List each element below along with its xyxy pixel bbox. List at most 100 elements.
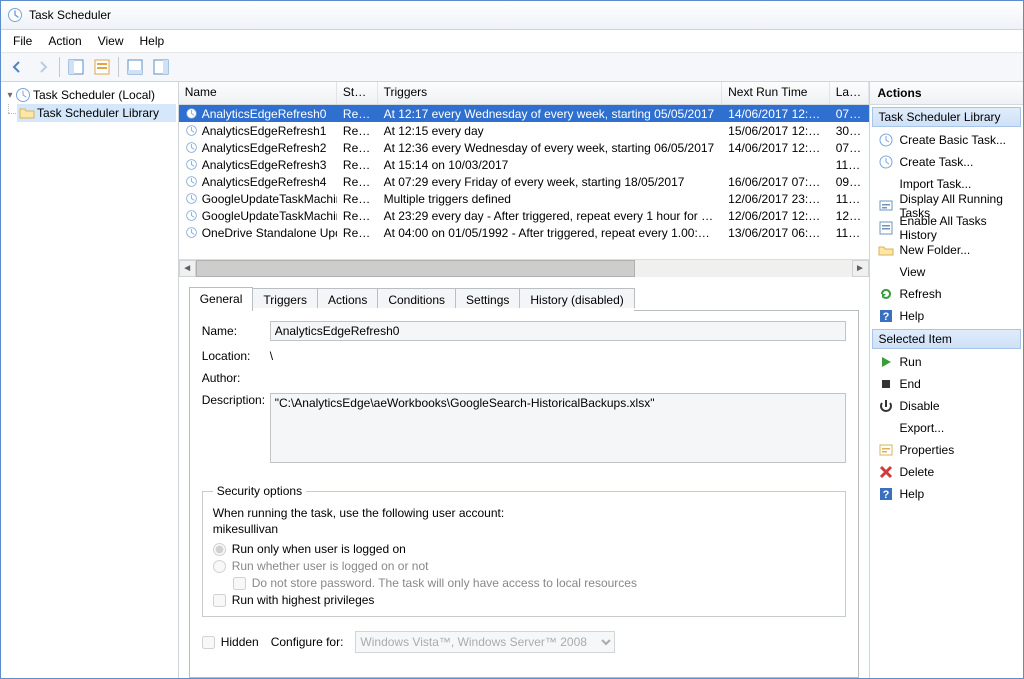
scroll-left-button[interactable]: ◄ xyxy=(179,260,196,277)
running-icon xyxy=(878,198,894,214)
task-name-cell: AnalyticsEdgeRefresh4 xyxy=(179,174,337,190)
tab-settings[interactable]: Settings xyxy=(455,288,520,308)
folder-icon xyxy=(19,105,35,121)
task-row[interactable]: AnalyticsEdgeRefresh1ReadyAt 12:15 every… xyxy=(179,122,869,139)
col-last[interactable]: Last R xyxy=(830,82,869,104)
task-trigger-cell: At 12:36 every Wednesday of every week, … xyxy=(378,140,723,156)
tree-root[interactable]: ▾ Task Scheduler (Local) xyxy=(3,86,176,104)
radio-logged-off-input[interactable] xyxy=(213,560,226,573)
task-status-cell: Ready xyxy=(337,123,378,139)
action-run[interactable]: Run xyxy=(870,351,1024,373)
task-next-cell: 16/06/2017 07:29:09 xyxy=(722,174,830,190)
task-row[interactable]: AnalyticsEdgeRefresh4ReadyAt 07:29 every… xyxy=(179,173,869,190)
action-export-label: Export... xyxy=(900,421,945,435)
action-refresh[interactable]: Refresh xyxy=(870,283,1024,305)
nav-back-button[interactable] xyxy=(5,55,29,79)
action-view[interactable]: View xyxy=(870,261,1024,283)
task-last-cell: 11/06 xyxy=(830,191,869,207)
menu-view[interactable]: View xyxy=(90,32,132,50)
action-delete[interactable]: Delete xyxy=(870,461,1024,483)
import-icon xyxy=(878,176,894,192)
description-textarea[interactable] xyxy=(270,393,846,463)
menu-file[interactable]: File xyxy=(5,32,40,50)
tree-library-label: Task Scheduler Library xyxy=(37,106,159,120)
action-properties[interactable]: Properties xyxy=(870,439,1024,461)
action-create-basic-task[interactable]: Create Basic Task... xyxy=(870,129,1024,151)
task-row[interactable]: OneDrive Standalone Update ...ReadyAt 04… xyxy=(179,224,869,241)
tab-triggers[interactable]: Triggers xyxy=(252,288,318,308)
task-last-cell: 30/11 xyxy=(830,123,869,139)
action-disable[interactable]: Disable xyxy=(870,395,1024,417)
nav-tree[interactable]: ▾ Task Scheduler (Local) Task Scheduler … xyxy=(1,82,179,678)
action-help-2[interactable]: ?Help xyxy=(870,483,1024,505)
action-help[interactable]: ?Help xyxy=(870,305,1024,327)
nav-forward-button[interactable] xyxy=(31,55,55,79)
tab-general[interactable]: General xyxy=(189,287,254,311)
task-trigger-cell: Multiple triggers defined xyxy=(378,191,723,207)
create-task-icon xyxy=(878,154,894,170)
task-status-cell: Ready xyxy=(337,140,378,156)
security-when-label: When running the task, use the following… xyxy=(213,506,835,520)
col-triggers[interactable]: Triggers xyxy=(378,82,723,104)
menu-help[interactable]: Help xyxy=(132,32,173,50)
task-name-cell: GoogleUpdateTaskMachineC... xyxy=(179,191,337,207)
end-icon xyxy=(878,376,894,392)
scroll-track[interactable] xyxy=(196,260,852,277)
task-list-body[interactable]: AnalyticsEdgeRefresh0ReadyAt 12:17 every… xyxy=(179,105,869,259)
col-next[interactable]: Next Run Time xyxy=(722,82,830,104)
name-input[interactable] xyxy=(270,321,846,341)
task-row[interactable]: AnalyticsEdgeRefresh2ReadyAt 12:36 every… xyxy=(179,139,869,156)
toolbar xyxy=(1,53,1023,82)
task-name-cell: AnalyticsEdgeRefresh2 xyxy=(179,140,337,156)
check-no-password[interactable]: Do not store password. The task will onl… xyxy=(233,576,835,590)
action-enable-history[interactable]: Enable All Tasks History xyxy=(870,217,1024,239)
check-hidden-input[interactable] xyxy=(202,636,215,649)
scroll-thumb[interactable] xyxy=(196,260,635,277)
actions-header: Actions xyxy=(870,82,1024,105)
tab-history[interactable]: History (disabled) xyxy=(519,288,634,308)
col-name[interactable]: Name xyxy=(179,82,337,104)
check-hidden[interactable]: Hidden xyxy=(202,635,259,649)
tab-conditions[interactable]: Conditions xyxy=(377,288,456,308)
radio-logged-on-input[interactable] xyxy=(213,543,226,556)
menu-action[interactable]: Action xyxy=(40,32,89,50)
configure-for-select[interactable]: Windows Vista™, Windows Server™ 2008 xyxy=(355,631,615,653)
description-label: Description: xyxy=(202,393,270,407)
radio-logged-off[interactable]: Run whether user is logged on or not xyxy=(213,559,835,573)
task-row[interactable]: AnalyticsEdgeRefresh0ReadyAt 12:17 every… xyxy=(179,105,869,122)
show-props-button[interactable] xyxy=(90,55,114,79)
radio-logged-on[interactable]: Run only when user is logged on xyxy=(213,542,835,556)
show-tree-button[interactable] xyxy=(64,55,88,79)
action-end-label: End xyxy=(900,377,921,391)
check-highest-priv[interactable]: Run with highest privileges xyxy=(213,593,835,607)
author-label: Author: xyxy=(202,371,270,385)
task-name-cell: AnalyticsEdgeRefresh0 xyxy=(179,106,337,122)
toolbar-btn-6[interactable] xyxy=(149,55,173,79)
tree-library[interactable]: Task Scheduler Library xyxy=(17,104,176,122)
col-status[interactable]: Status xyxy=(337,82,378,104)
scroll-right-button[interactable]: ► xyxy=(852,260,869,277)
h-scrollbar[interactable]: ◄ ► xyxy=(179,259,869,277)
tab-filler xyxy=(634,287,859,311)
action-create-task[interactable]: Create Task... xyxy=(870,151,1024,173)
toolbar-btn-5[interactable] xyxy=(123,55,147,79)
task-trigger-cell: At 12:15 every day xyxy=(378,123,723,139)
task-next-cell: 12/06/2017 12:29:02 xyxy=(722,208,830,224)
action-disable-label: Disable xyxy=(900,399,940,413)
action-enable-history-label: Enable All Tasks History xyxy=(900,214,1020,242)
security-legend: Security options xyxy=(213,484,306,498)
task-row[interactable]: GoogleUpdateTaskMachineC...ReadyMultiple… xyxy=(179,190,869,207)
action-refresh-label: Refresh xyxy=(900,287,942,301)
tab-actions[interactable]: Actions xyxy=(317,288,378,308)
task-row[interactable]: GoogleUpdateTaskMachineUAReadyAt 23:29 e… xyxy=(179,207,869,224)
svg-text:?: ? xyxy=(882,311,889,323)
menubar: File Action View Help xyxy=(1,30,1023,53)
action-export[interactable]: Export... xyxy=(870,417,1024,439)
check-no-password-input[interactable] xyxy=(233,577,246,590)
action-end[interactable]: End xyxy=(870,373,1024,395)
check-highest-priv-input[interactable] xyxy=(213,594,226,607)
action-new-folder[interactable]: New Folder... xyxy=(870,239,1024,261)
help-icon: ? xyxy=(878,308,894,324)
task-row[interactable]: AnalyticsEdgeRefresh3ReadyAt 15:14 on 10… xyxy=(179,156,869,173)
tree-collapse-icon[interactable]: ▾ xyxy=(5,90,15,101)
